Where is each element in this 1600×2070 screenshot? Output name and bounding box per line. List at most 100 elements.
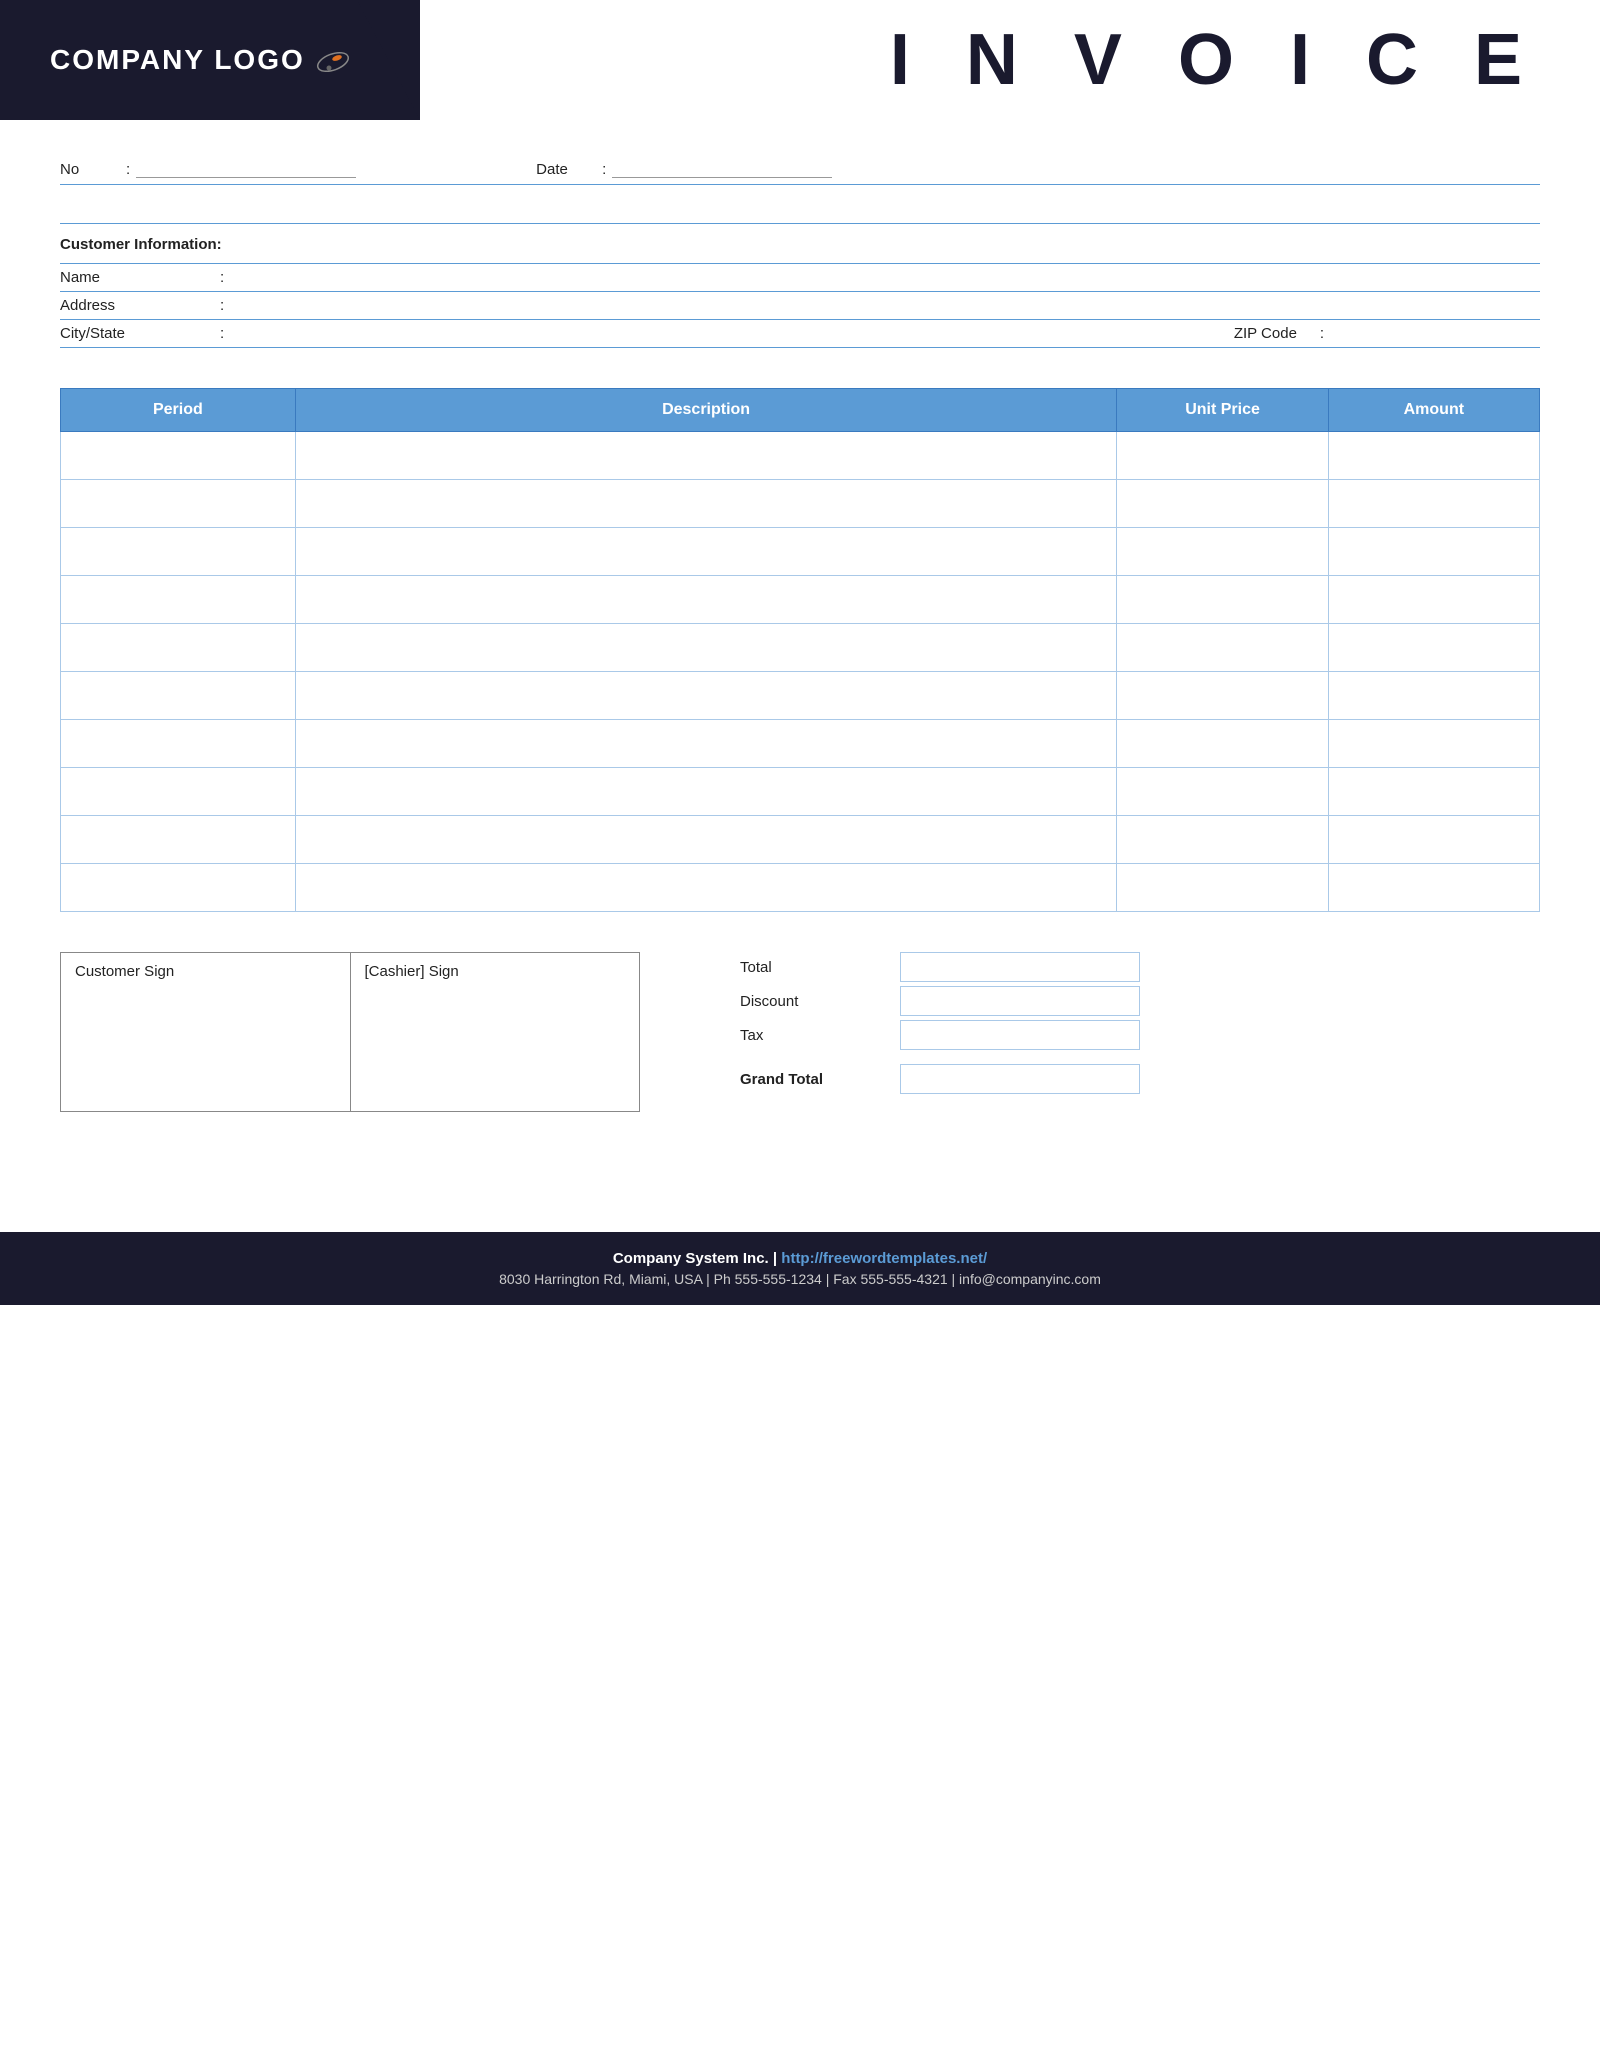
col-header-period: Period bbox=[61, 389, 296, 432]
cell-amount[interactable] bbox=[1328, 864, 1539, 912]
cell-period[interactable] bbox=[61, 816, 296, 864]
table-row bbox=[61, 528, 1540, 576]
cell-unit-price[interactable] bbox=[1117, 720, 1328, 768]
discount-value-box[interactable] bbox=[900, 986, 1140, 1016]
invoice-date-label: Date bbox=[536, 161, 596, 178]
customer-zip-colon: : bbox=[1320, 325, 1324, 342]
invoice-no-colon: : bbox=[126, 161, 130, 178]
cell-period[interactable] bbox=[61, 576, 296, 624]
customer-sign-label: Customer Sign bbox=[75, 963, 336, 980]
total-row: Total bbox=[740, 952, 1540, 982]
total-label: Total bbox=[740, 959, 900, 976]
footer-line2: 8030 Harrington Rd, Miami, USA | Ph 555-… bbox=[20, 1271, 1580, 1287]
customer-zip-group: ZIP Code : bbox=[1234, 325, 1540, 342]
spacer-1 bbox=[60, 193, 1540, 223]
page-footer: Company System Inc. | http://freewordtem… bbox=[0, 1232, 1600, 1305]
table-header-row: Period Description Unit Price Amount bbox=[61, 389, 1540, 432]
cell-period[interactable] bbox=[61, 720, 296, 768]
sign-box: Customer Sign [Cashier] Sign bbox=[60, 952, 640, 1112]
cell-amount[interactable] bbox=[1328, 432, 1539, 480]
footer-url[interactable]: http://freewordtemplates.net/ bbox=[781, 1250, 987, 1267]
cell-description[interactable] bbox=[295, 720, 1117, 768]
footer-line1: Company System Inc. | http://freewordtem… bbox=[20, 1250, 1580, 1267]
cell-period[interactable] bbox=[61, 864, 296, 912]
cell-description[interactable] bbox=[295, 480, 1117, 528]
table-row bbox=[61, 672, 1540, 720]
cell-period[interactable] bbox=[61, 768, 296, 816]
main-content: No : Date : Customer Information: Name :… bbox=[0, 120, 1600, 1212]
cell-amount[interactable] bbox=[1328, 576, 1539, 624]
invoice-date-value[interactable] bbox=[612, 160, 832, 178]
table-row bbox=[61, 816, 1540, 864]
logo-label: COMPANY LOGO bbox=[50, 44, 305, 76]
cell-amount[interactable] bbox=[1328, 816, 1539, 864]
invoice-date-colon: : bbox=[602, 161, 606, 178]
cell-amount[interactable] bbox=[1328, 624, 1539, 672]
invoice-no-field: No : bbox=[60, 160, 356, 178]
cell-unit-price[interactable] bbox=[1117, 672, 1328, 720]
table-row bbox=[61, 480, 1540, 528]
table-row bbox=[61, 864, 1540, 912]
customer-name-row: Name : bbox=[60, 263, 1540, 291]
customer-city-label: City/State bbox=[60, 325, 220, 342]
customer-address-label: Address bbox=[60, 297, 220, 314]
customer-address-row: Address : bbox=[60, 291, 1540, 319]
totals-section: Total Discount Tax Grand Total bbox=[680, 952, 1540, 1112]
grand-total-label: Grand Total bbox=[740, 1071, 900, 1088]
cell-period[interactable] bbox=[61, 528, 296, 576]
tax-label: Tax bbox=[740, 1027, 900, 1044]
table-row bbox=[61, 432, 1540, 480]
cell-description[interactable] bbox=[295, 576, 1117, 624]
invoice-no-value[interactable] bbox=[136, 160, 356, 178]
cell-amount[interactable] bbox=[1328, 480, 1539, 528]
cell-unit-price[interactable] bbox=[1117, 816, 1328, 864]
grand-total-value-box[interactable] bbox=[900, 1064, 1140, 1094]
cell-amount[interactable] bbox=[1328, 768, 1539, 816]
cell-description[interactable] bbox=[295, 528, 1117, 576]
cell-unit-price[interactable] bbox=[1117, 576, 1328, 624]
cell-description[interactable] bbox=[295, 864, 1117, 912]
grand-total-row: Grand Total bbox=[740, 1064, 1540, 1094]
cell-unit-price[interactable] bbox=[1117, 480, 1328, 528]
cell-period[interactable] bbox=[61, 480, 296, 528]
table-row bbox=[61, 720, 1540, 768]
cell-amount[interactable] bbox=[1328, 528, 1539, 576]
tax-value-box[interactable] bbox=[900, 1020, 1140, 1050]
total-spacer bbox=[740, 1054, 1540, 1064]
cell-description[interactable] bbox=[295, 816, 1117, 864]
cell-unit-price[interactable] bbox=[1117, 432, 1328, 480]
customer-city-colon: : bbox=[220, 325, 224, 342]
customer-address-colon: : bbox=[220, 297, 224, 314]
footer-company: Company System Inc. bbox=[613, 1250, 769, 1267]
cashier-sign-cell: [Cashier] Sign bbox=[351, 953, 640, 1111]
bottom-section: Customer Sign [Cashier] Sign Total Disco… bbox=[60, 952, 1540, 1112]
cell-unit-price[interactable] bbox=[1117, 864, 1328, 912]
table-row bbox=[61, 576, 1540, 624]
col-header-amount: Amount bbox=[1328, 389, 1539, 432]
col-header-unit-price: Unit Price bbox=[1117, 389, 1328, 432]
cell-description[interactable] bbox=[295, 624, 1117, 672]
customer-section-title: Customer Information: bbox=[60, 232, 1540, 257]
customer-name-colon: : bbox=[220, 269, 224, 286]
invoice-info-row: No : Date : bbox=[60, 160, 1540, 185]
cell-period[interactable] bbox=[61, 624, 296, 672]
cell-unit-price[interactable] bbox=[1117, 768, 1328, 816]
cell-description[interactable] bbox=[295, 432, 1117, 480]
invoice-no-label: No bbox=[60, 161, 120, 178]
total-value-box[interactable] bbox=[900, 952, 1140, 982]
cell-unit-price[interactable] bbox=[1117, 528, 1328, 576]
discount-label: Discount bbox=[740, 993, 900, 1010]
logo-area: COMPANY LOGO bbox=[0, 0, 420, 120]
cell-unit-price[interactable] bbox=[1117, 624, 1328, 672]
cell-description[interactable] bbox=[295, 768, 1117, 816]
customer-zip-label: ZIP Code bbox=[1234, 325, 1314, 342]
page-header: COMPANY LOGO I N V O I C E bbox=[0, 0, 1600, 120]
cell-period[interactable] bbox=[61, 672, 296, 720]
cell-description[interactable] bbox=[295, 672, 1117, 720]
cell-period[interactable] bbox=[61, 432, 296, 480]
cell-amount[interactable] bbox=[1328, 672, 1539, 720]
cell-amount[interactable] bbox=[1328, 720, 1539, 768]
invoice-table: Period Description Unit Price Amount bbox=[60, 388, 1540, 912]
cashier-sign-label: [Cashier] Sign bbox=[365, 963, 626, 980]
customer-city-row: City/State : ZIP Code : bbox=[60, 319, 1540, 347]
